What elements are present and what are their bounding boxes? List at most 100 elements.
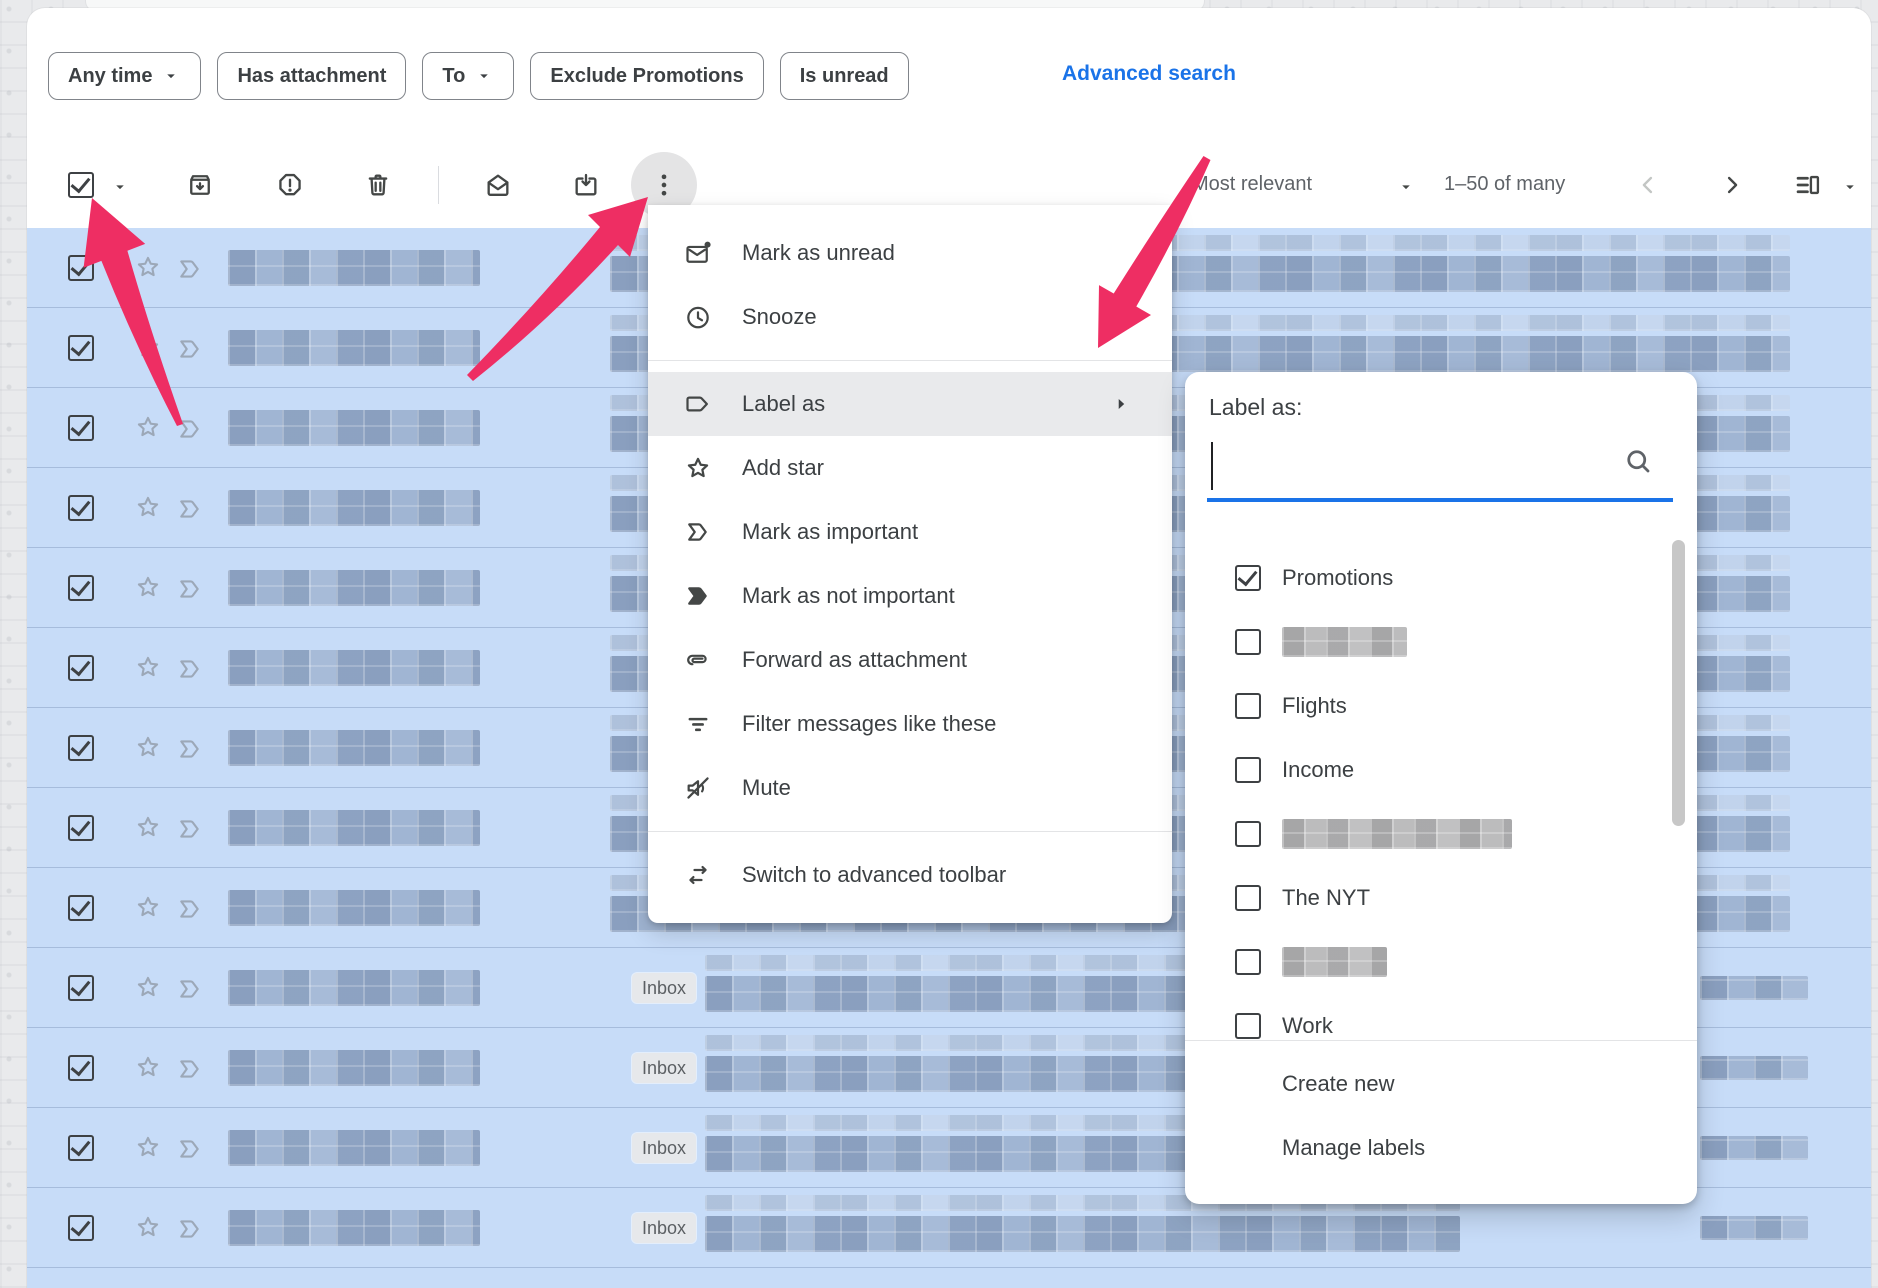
importance-marker-icon[interactable]: [176, 975, 204, 1003]
star-icon[interactable]: [134, 413, 162, 441]
menu-item-add-star[interactable]: Add star: [648, 436, 1172, 500]
row-checkbox[interactable]: [68, 1215, 94, 1241]
more-vert-icon[interactable]: [650, 171, 678, 199]
row-checkbox[interactable]: [68, 1055, 94, 1081]
select-dropdown-caret-icon[interactable]: [110, 177, 130, 197]
star-icon[interactable]: [134, 973, 162, 1001]
report-spam-icon[interactable]: [276, 171, 304, 199]
label-action-create-new[interactable]: Create new: [1185, 1052, 1697, 1116]
menu-item-mark-as-unread[interactable]: Mark as unread: [648, 221, 1172, 285]
menu-item-filter-messages-like-these[interactable]: Filter messages like these: [648, 692, 1172, 756]
importance-marker-icon[interactable]: [176, 335, 204, 363]
importance-marker-icon[interactable]: [176, 415, 204, 443]
label-checkbox[interactable]: [1235, 565, 1261, 591]
row-checkbox[interactable]: [68, 815, 94, 841]
label-action-manage-labels[interactable]: Manage labels: [1185, 1116, 1697, 1180]
menu-item-label-as[interactable]: Label as: [648, 372, 1172, 436]
star-icon[interactable]: [134, 1053, 162, 1081]
row-checkbox[interactable]: [68, 735, 94, 761]
row-checkbox[interactable]: [68, 495, 94, 521]
label-checkbox[interactable]: [1235, 693, 1261, 719]
filter-icon: [684, 710, 712, 738]
redacted-label-name: [1282, 819, 1512, 849]
importance-marker-icon[interactable]: [176, 1135, 204, 1163]
label-option-flights[interactable]: Flights: [1185, 674, 1697, 738]
row-checkbox[interactable]: [68, 975, 94, 1001]
select-all-checkbox[interactable]: [68, 172, 94, 198]
redacted-sender: [228, 410, 480, 446]
label-checkbox[interactable]: [1235, 757, 1261, 783]
star-icon[interactable]: [134, 333, 162, 361]
star-icon[interactable]: [134, 1213, 162, 1241]
menu-item-switch-to-advanced-toolbar[interactable]: Switch to advanced toolbar: [648, 843, 1172, 907]
label-checkbox[interactable]: [1235, 629, 1261, 655]
menu-item-mark-as-important[interactable]: Mark as important: [648, 500, 1172, 564]
split-view-caret-icon[interactable]: [1840, 177, 1860, 197]
row-checkbox[interactable]: [68, 655, 94, 681]
split-view-icon[interactable]: [1794, 171, 1822, 199]
menu-item-mute[interactable]: Mute: [648, 756, 1172, 820]
label-checkbox[interactable]: [1235, 949, 1261, 975]
filter-chip-to[interactable]: To: [422, 52, 514, 100]
filter-chip-is-unread[interactable]: Is unread: [780, 52, 909, 100]
advanced-search-link[interactable]: Advanced search: [1062, 62, 1236, 86]
mark-read-icon[interactable]: [484, 171, 512, 199]
label-search-input[interactable]: [1207, 434, 1673, 496]
menu-item-snooze[interactable]: Snooze: [648, 285, 1172, 349]
label-option-redacted[interactable]: [1185, 802, 1697, 866]
move-to-icon[interactable]: [572, 171, 600, 199]
switch-toolbar-icon: [684, 861, 712, 889]
importance-marker-icon[interactable]: [176, 895, 204, 923]
importance-marker-icon[interactable]: [176, 1055, 204, 1083]
filter-chip-any-time[interactable]: Any time: [48, 52, 201, 100]
star-icon[interactable]: [134, 893, 162, 921]
importance-marker-icon[interactable]: [176, 495, 204, 523]
star-icon[interactable]: [134, 813, 162, 841]
row-checkbox[interactable]: [68, 575, 94, 601]
importance-marker-icon[interactable]: [176, 575, 204, 603]
sort-caret-icon[interactable]: [1396, 177, 1416, 197]
label-option-income[interactable]: Income: [1185, 738, 1697, 802]
star-icon[interactable]: [134, 573, 162, 601]
menu-item-label: Mute: [742, 775, 791, 801]
label-option-promotions[interactable]: Promotions: [1185, 546, 1697, 610]
filter-chip-has-attachment[interactable]: Has attachment: [217, 52, 406, 100]
star-icon[interactable]: [134, 493, 162, 521]
label-option-redacted[interactable]: [1185, 930, 1697, 994]
star-icon[interactable]: [134, 1133, 162, 1161]
row-checkbox[interactable]: [68, 335, 94, 361]
star-icon[interactable]: [134, 733, 162, 761]
search-filter-bar: Any time Has attachment To Exclude Promotio…: [48, 52, 909, 100]
trash-icon[interactable]: [364, 171, 392, 199]
importance-marker-icon[interactable]: [176, 655, 204, 683]
importance-marker-icon[interactable]: [176, 255, 204, 283]
row-checkbox[interactable]: [68, 1135, 94, 1161]
redacted-sender: [228, 810, 480, 846]
filter-chip-exclude-promotions[interactable]: Exclude Promotions: [530, 52, 763, 100]
star-icon[interactable]: [134, 253, 162, 281]
menu-item-mark-as-not-important[interactable]: Mark as not important: [648, 564, 1172, 628]
menu-item-forward-as-attachment[interactable]: Forward as attachment: [648, 628, 1172, 692]
scrollbar-thumb[interactable]: [1672, 540, 1685, 826]
label-checkbox[interactable]: [1235, 1013, 1261, 1039]
label-checkbox[interactable]: [1235, 885, 1261, 911]
forward-attachment-icon: [684, 646, 712, 674]
importance-marker-icon[interactable]: [176, 735, 204, 763]
row-checkbox[interactable]: [68, 895, 94, 921]
star-icon[interactable]: [134, 653, 162, 681]
label-as-dialog: Label as: PromotionsFlightsIncomeThe NYT…: [1185, 372, 1697, 1204]
label-checkbox[interactable]: [1235, 821, 1261, 847]
archive-icon[interactable]: [186, 171, 214, 199]
importance-marker-icon[interactable]: [176, 815, 204, 843]
result-range-label: 1–50 of many: [1444, 173, 1565, 196]
row-checkbox[interactable]: [68, 415, 94, 441]
label-option-the-nyt[interactable]: The NYT: [1185, 866, 1697, 930]
label-list: Promotions FlightsIncome The NYT Work: [1185, 522, 1697, 1040]
importance-marker-icon[interactable]: [176, 1215, 204, 1243]
sort-selector[interactable]: Most relevant: [1192, 173, 1312, 196]
chevron-left-icon[interactable]: [1634, 171, 1662, 199]
label-option-redacted[interactable]: [1185, 610, 1697, 674]
chevron-right-icon[interactable]: [1718, 171, 1746, 199]
row-checkbox[interactable]: [68, 255, 94, 281]
label-option-work[interactable]: Work: [1185, 994, 1697, 1040]
